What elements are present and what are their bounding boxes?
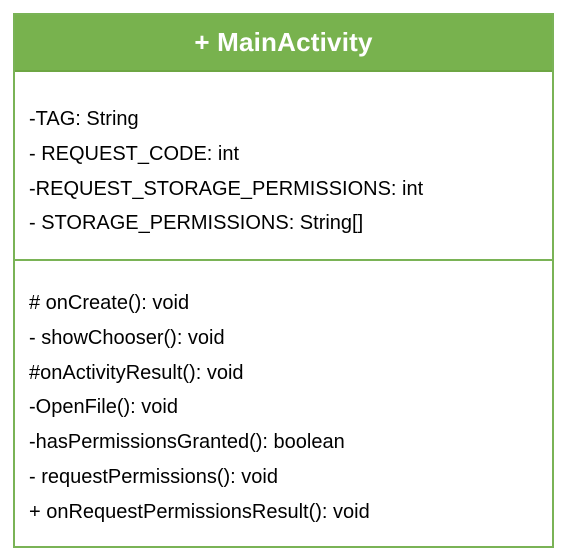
attribute-request-storage-permissions: -REQUEST_STORAGE_PERMISSIONS: int <box>29 178 424 200</box>
operation-has-permissions-granted: -hasPermissionsGranted(): boolean <box>29 431 345 453</box>
class-header: + MainActivity <box>15 15 552 72</box>
attributes-compartment: -TAG: String - REQUEST_CODE: int -REQUES… <box>15 72 552 261</box>
uml-class-box: + MainActivity -TAG: String - REQUEST_CO… <box>13 13 554 548</box>
attribute-storage-permissions: - STORAGE_PERMISSIONS: String[] <box>29 212 364 234</box>
operation-open-file: -OpenFile(): void <box>29 396 178 418</box>
attribute-tag: -TAG: String <box>29 108 139 130</box>
operation-on-request-permissions-result: + onRequestPermissionsResult(): void <box>29 501 370 523</box>
operation-show-chooser: - showChooser(): void <box>29 327 225 349</box>
operation-request-permissions: - requestPermissions(): void <box>29 466 278 488</box>
attribute-request-code: - REQUEST_CODE: int <box>29 143 240 165</box>
class-name: + MainActivity <box>194 27 373 57</box>
operation-on-activity-result: #onActivityResult(): void <box>29 362 244 384</box>
operations-compartment: # onCreate(): void - showChooser(): void… <box>15 261 552 546</box>
operation-on-create: # onCreate(): void <box>29 292 190 314</box>
